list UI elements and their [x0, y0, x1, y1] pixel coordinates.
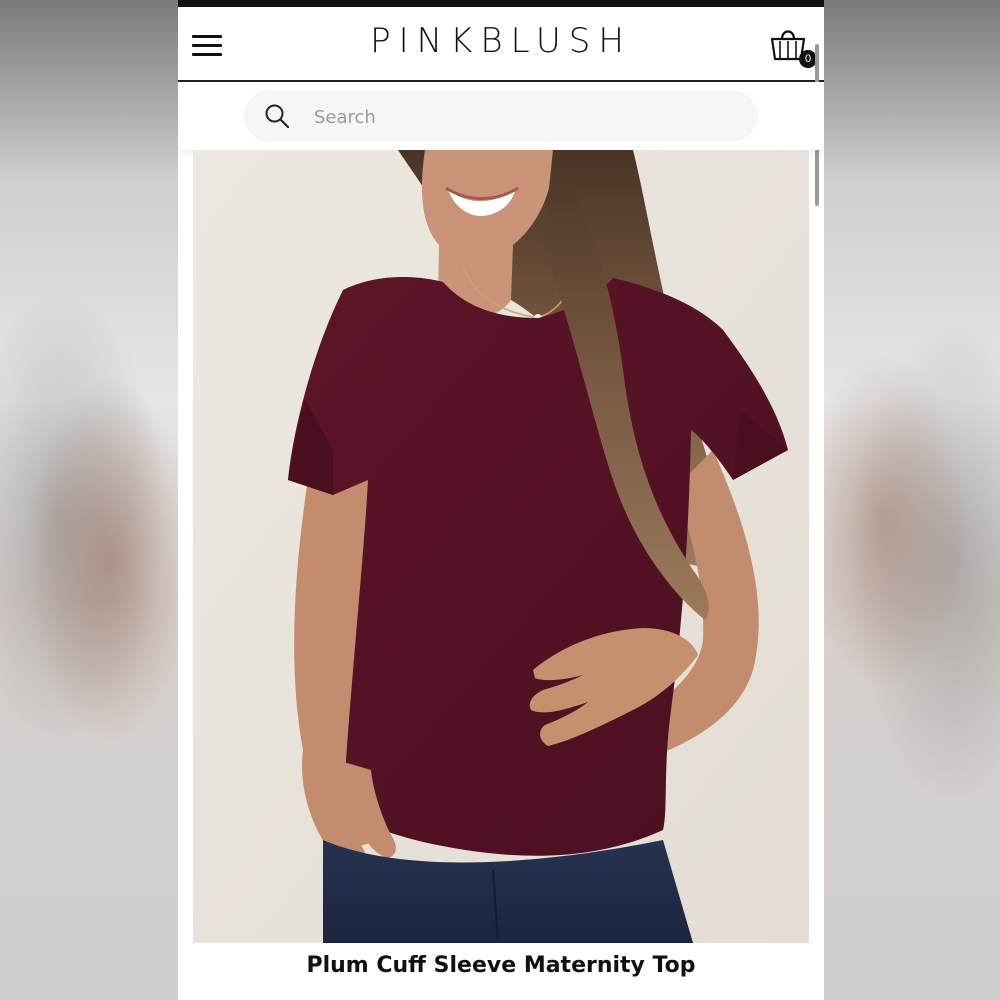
product-title[interactable]: Plum Cuff Sleeve Maternity Top	[178, 953, 824, 978]
search-input[interactable]	[312, 102, 736, 132]
backdrop-right	[824, 0, 1000, 1000]
backdrop-left	[0, 0, 178, 1000]
cart-button[interactable]: 0	[768, 25, 818, 71]
site-header: PINKBLUSH 0	[178, 7, 824, 82]
search-box[interactable]	[244, 90, 758, 142]
status-strip	[178, 0, 824, 7]
brand-logo[interactable]: PINKBLUSH	[178, 21, 824, 61]
search-icon[interactable]	[264, 103, 290, 129]
search-bar-area	[178, 82, 824, 150]
product-photo	[193, 150, 809, 943]
product-image[interactable]	[193, 150, 809, 943]
app-screen: PINKBLUSH 0 Search Plum Cuff Sleeve Mate…	[178, 0, 824, 1000]
